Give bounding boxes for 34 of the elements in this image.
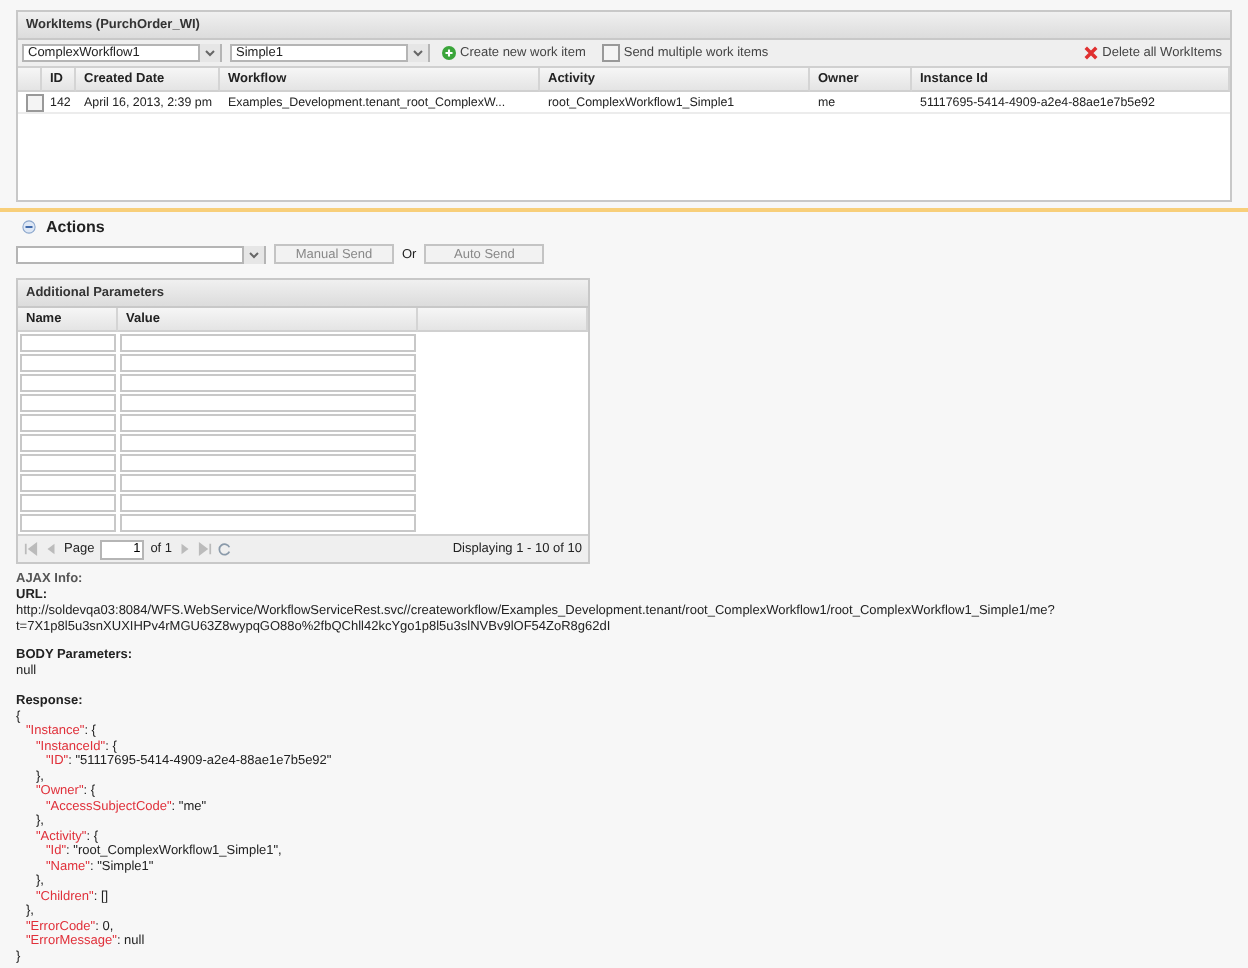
name-input[interactable]: [20, 434, 116, 452]
next-page-icon[interactable]: [178, 542, 193, 556]
section-title: Actions: [46, 218, 105, 236]
close-icon: [1084, 46, 1099, 60]
name-input[interactable]: [20, 474, 116, 492]
caret-icon[interactable]: [242, 245, 264, 263]
value-input[interactable]: [120, 334, 416, 352]
collapse-icon[interactable]: [22, 220, 36, 234]
action-select[interactable]: [16, 245, 266, 263]
value-input[interactable]: [120, 474, 416, 492]
first-page-icon[interactable]: [24, 542, 38, 556]
previous-page-icon[interactable]: [44, 542, 58, 556]
value-input[interactable]: [120, 354, 416, 372]
refresh-icon[interactable]: [218, 542, 233, 556]
value-input[interactable]: [120, 374, 416, 392]
value-input[interactable]: [120, 394, 416, 412]
name-input[interactable]: [20, 394, 116, 412]
row-checkbox[interactable]: [26, 93, 44, 111]
name-input[interactable]: [20, 354, 116, 372]
name-input[interactable]: [20, 414, 116, 432]
name-input[interactable]: [20, 454, 116, 472]
name-input[interactable]: [20, 494, 116, 512]
value-input[interactable]: [120, 434, 416, 452]
value-input[interactable]: [120, 514, 416, 532]
plus-icon: [442, 46, 456, 60]
caret-icon[interactable]: [198, 44, 220, 62]
name-input[interactable]: [20, 514, 116, 532]
name-input[interactable]: [20, 374, 116, 392]
value-input[interactable]: [120, 414, 416, 432]
value-input[interactable]: [120, 494, 416, 512]
caret-icon[interactable]: [406, 44, 428, 62]
value-input[interactable]: [120, 454, 416, 472]
name-input[interactable]: [20, 334, 116, 352]
last-page-icon[interactable]: [198, 542, 213, 556]
